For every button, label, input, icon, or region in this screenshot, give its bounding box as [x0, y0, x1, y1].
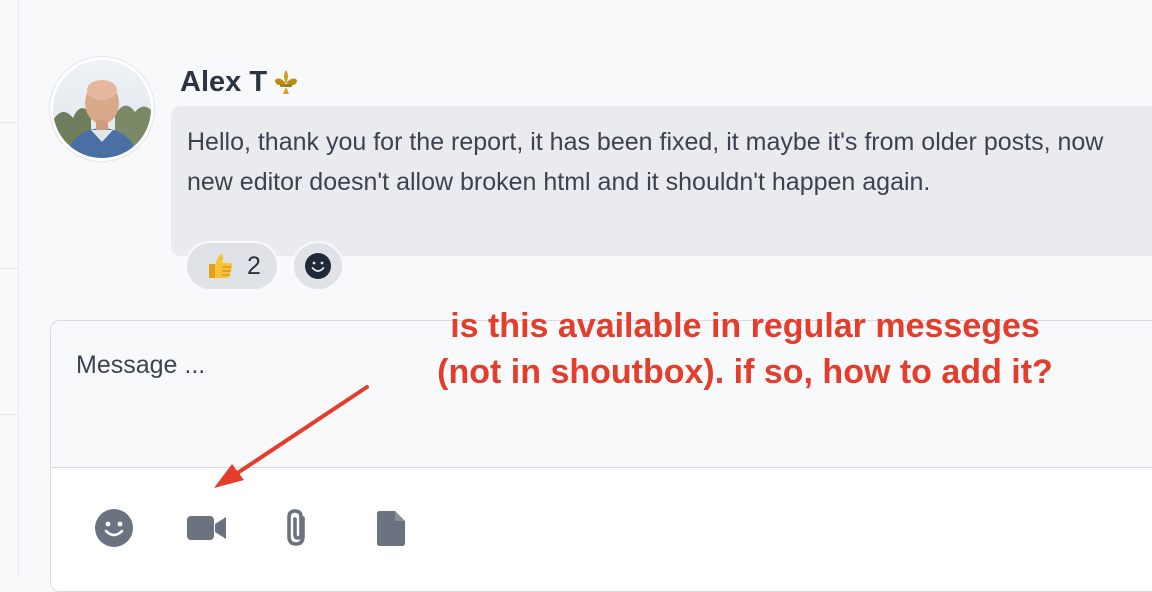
video-camera-icon: [187, 516, 226, 540]
avatar-photo: [53, 60, 151, 158]
author-name[interactable]: Alex T: [180, 64, 267, 100]
composer-toolbar: [51, 468, 1152, 591]
annotation-note: is this available in regular messeges (n…: [380, 303, 1110, 395]
video-button[interactable]: [186, 508, 228, 548]
thumbs-up-icon: [209, 254, 233, 278]
document-icon: [377, 511, 405, 546]
emoji-icon: [95, 509, 133, 547]
rail-divider: [0, 268, 18, 269]
avatar[interactable]: [50, 57, 154, 161]
annotation-line-2: (not in shoutbox). if so, how to add it?: [437, 353, 1053, 391]
rail-divider: [0, 414, 18, 415]
reaction-thumbs-up[interactable]: 2: [187, 243, 277, 289]
paperclip-icon: [287, 509, 305, 546]
emoji-button[interactable]: [94, 508, 134, 548]
left-rail: [0, 0, 19, 576]
reaction-count: 2: [247, 251, 261, 280]
message-text: Hello, thank you for the report, it has …: [187, 128, 1104, 196]
rail-divider: [0, 122, 18, 123]
smiley-icon: [305, 253, 331, 279]
document-button[interactable]: [371, 508, 411, 548]
attach-button[interactable]: [279, 508, 319, 548]
annotation-line-1: is this available in regular messeges: [450, 307, 1040, 345]
add-reaction-button[interactable]: [294, 243, 342, 289]
message-input[interactable]: Message ...: [76, 351, 205, 380]
fleur-de-lis-icon: [275, 70, 298, 94]
author-name-row: Alex T: [180, 64, 301, 100]
